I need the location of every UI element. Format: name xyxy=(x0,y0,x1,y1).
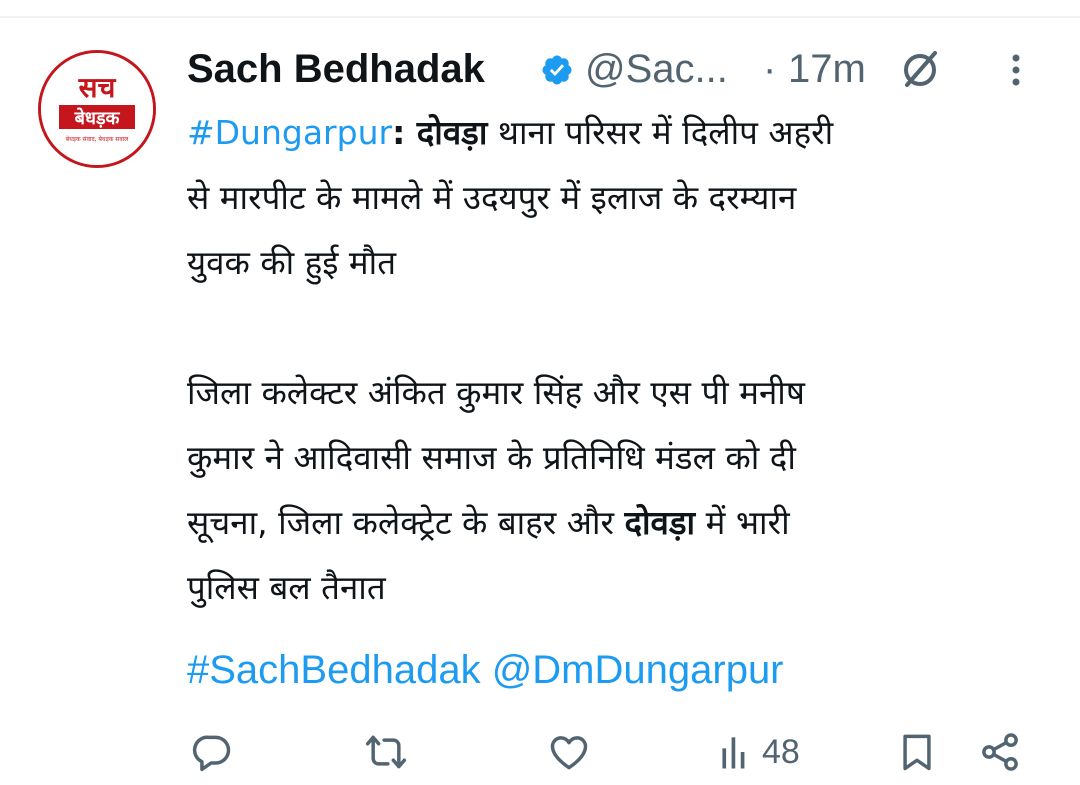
body-colon: : xyxy=(392,113,417,152)
author-name[interactable]: Sach Bedhadak xyxy=(187,44,485,94)
body-line: सूचना, जिला कलेक्ट्रेट के बाहर और दोवड़ा… xyxy=(187,490,1047,555)
body-text: में भारी xyxy=(695,503,790,542)
top-divider xyxy=(0,16,1080,18)
share-icon xyxy=(982,733,1018,771)
views-icon xyxy=(722,737,745,769)
body-text: सूचना, जिला कलेक्ट्रेट के बाहर और xyxy=(187,503,625,542)
like-icon xyxy=(550,736,588,770)
views-button[interactable]: 48 xyxy=(716,722,800,782)
tags-line[interactable]: #SachBedhadak @DmDungarpur xyxy=(187,643,784,697)
hashtag-dungarpur[interactable]: #Dungarpur xyxy=(187,113,392,152)
bookmark-button[interactable] xyxy=(895,722,939,782)
body-text: थाना परिसर में दिलीप अहरी xyxy=(487,113,834,152)
body-line: #Dungarpur: दोवड़ा थाना परिसर में दिलीप … xyxy=(187,100,1047,165)
verified-badge-icon xyxy=(542,55,572,85)
tweet-header: Sach Bedhadak @Sac... · 17m xyxy=(187,44,1047,94)
sach-bedhadak-logo: सच बेधड़क बेधड़क संवाद, बेधड़क सवाल xyxy=(41,53,153,165)
logo-text-bedhadak: बेधड़क xyxy=(74,107,121,129)
like-button[interactable] xyxy=(547,722,591,782)
body-line: से मारपीट के मामले में उदयपुर में इलाज क… xyxy=(187,178,797,217)
author-handle[interactable]: @Sac... xyxy=(585,44,728,94)
body-line: जिला कलेक्टर अंकित कुमार सिंह और एस पी म… xyxy=(187,373,805,412)
grok-icon[interactable] xyxy=(897,47,943,93)
tweet-body: #Dungarpur: दोवड़ा थाना परिसर में दिलीप … xyxy=(187,100,1047,620)
body-bold-dowada: दोवड़ा xyxy=(416,113,488,152)
views-count: 48 xyxy=(762,732,800,771)
retweet-button[interactable] xyxy=(364,722,408,782)
share-button[interactable] xyxy=(978,722,1022,782)
action-bar: 48 xyxy=(0,722,1080,782)
author-avatar[interactable]: सच बेधड़क बेधड़क संवाद, बेधड़क सवाल xyxy=(38,50,156,168)
body-bold-dowada: दोवड़ा xyxy=(624,503,696,542)
bookmark-icon xyxy=(903,734,931,771)
body-line: पुलिस बल तैनात xyxy=(187,568,386,607)
body-line: कुमार ने आदिवासी समाज के प्रतिनिधि मंडल … xyxy=(187,438,796,477)
retweet-icon xyxy=(365,735,407,769)
logo-tagline: बेधड़क संवाद, बेधड़क सवाल xyxy=(66,135,130,143)
separator-dot: · xyxy=(763,47,777,91)
logo-text-sach: सच xyxy=(78,71,117,104)
reply-button[interactable] xyxy=(190,722,234,782)
body-line: युवक की हुई मौत xyxy=(187,243,397,282)
tweet-timestamp[interactable]: 17m xyxy=(788,44,866,94)
reply-icon xyxy=(192,735,231,772)
more-vertical-icon[interactable] xyxy=(1001,50,1031,90)
